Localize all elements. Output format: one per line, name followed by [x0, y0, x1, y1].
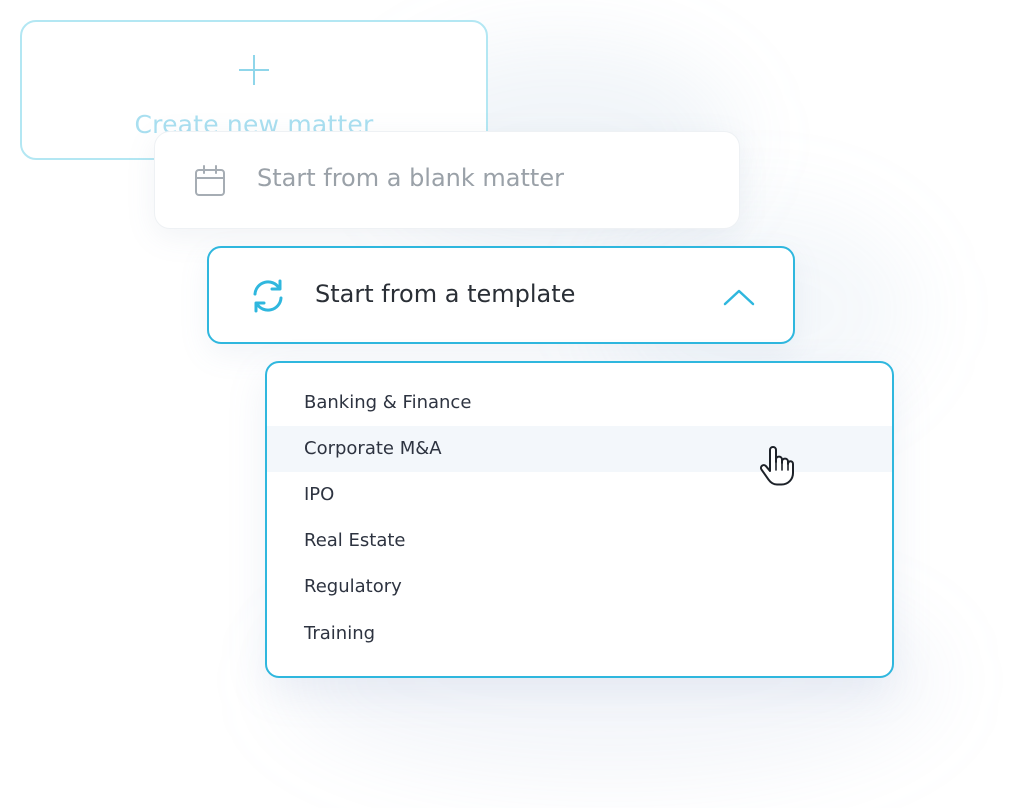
dropdown-item-real-estate[interactable]: Real Estate: [267, 518, 892, 564]
start-blank-matter-label: Start from a blank matter: [257, 164, 564, 192]
dropdown-item-banking-finance[interactable]: Banking & Finance: [267, 380, 892, 426]
dropdown-item-regulatory[interactable]: Regulatory: [267, 564, 892, 610]
plus-icon: [239, 55, 269, 85]
template-picker-stage: Create new matter Start from a blank mat…: [0, 0, 1024, 808]
template-dropdown-list: Banking & Finance Corporate M&A IPO Real…: [265, 361, 894, 678]
start-from-template-button[interactable]: Start from a template: [207, 246, 795, 344]
dropdown-item-corporate-ma[interactable]: Corporate M&A: [267, 426, 892, 472]
dropdown-item-training[interactable]: Training: [267, 611, 892, 657]
calendar-icon: [195, 165, 225, 196]
dropdown-item-ipo[interactable]: IPO: [267, 472, 892, 518]
start-blank-matter-button[interactable]: Start from a blank matter: [154, 131, 740, 229]
refresh-icon: [253, 279, 283, 313]
start-from-template-label: Start from a template: [315, 280, 576, 308]
chevron-up-icon[interactable]: [721, 286, 757, 308]
